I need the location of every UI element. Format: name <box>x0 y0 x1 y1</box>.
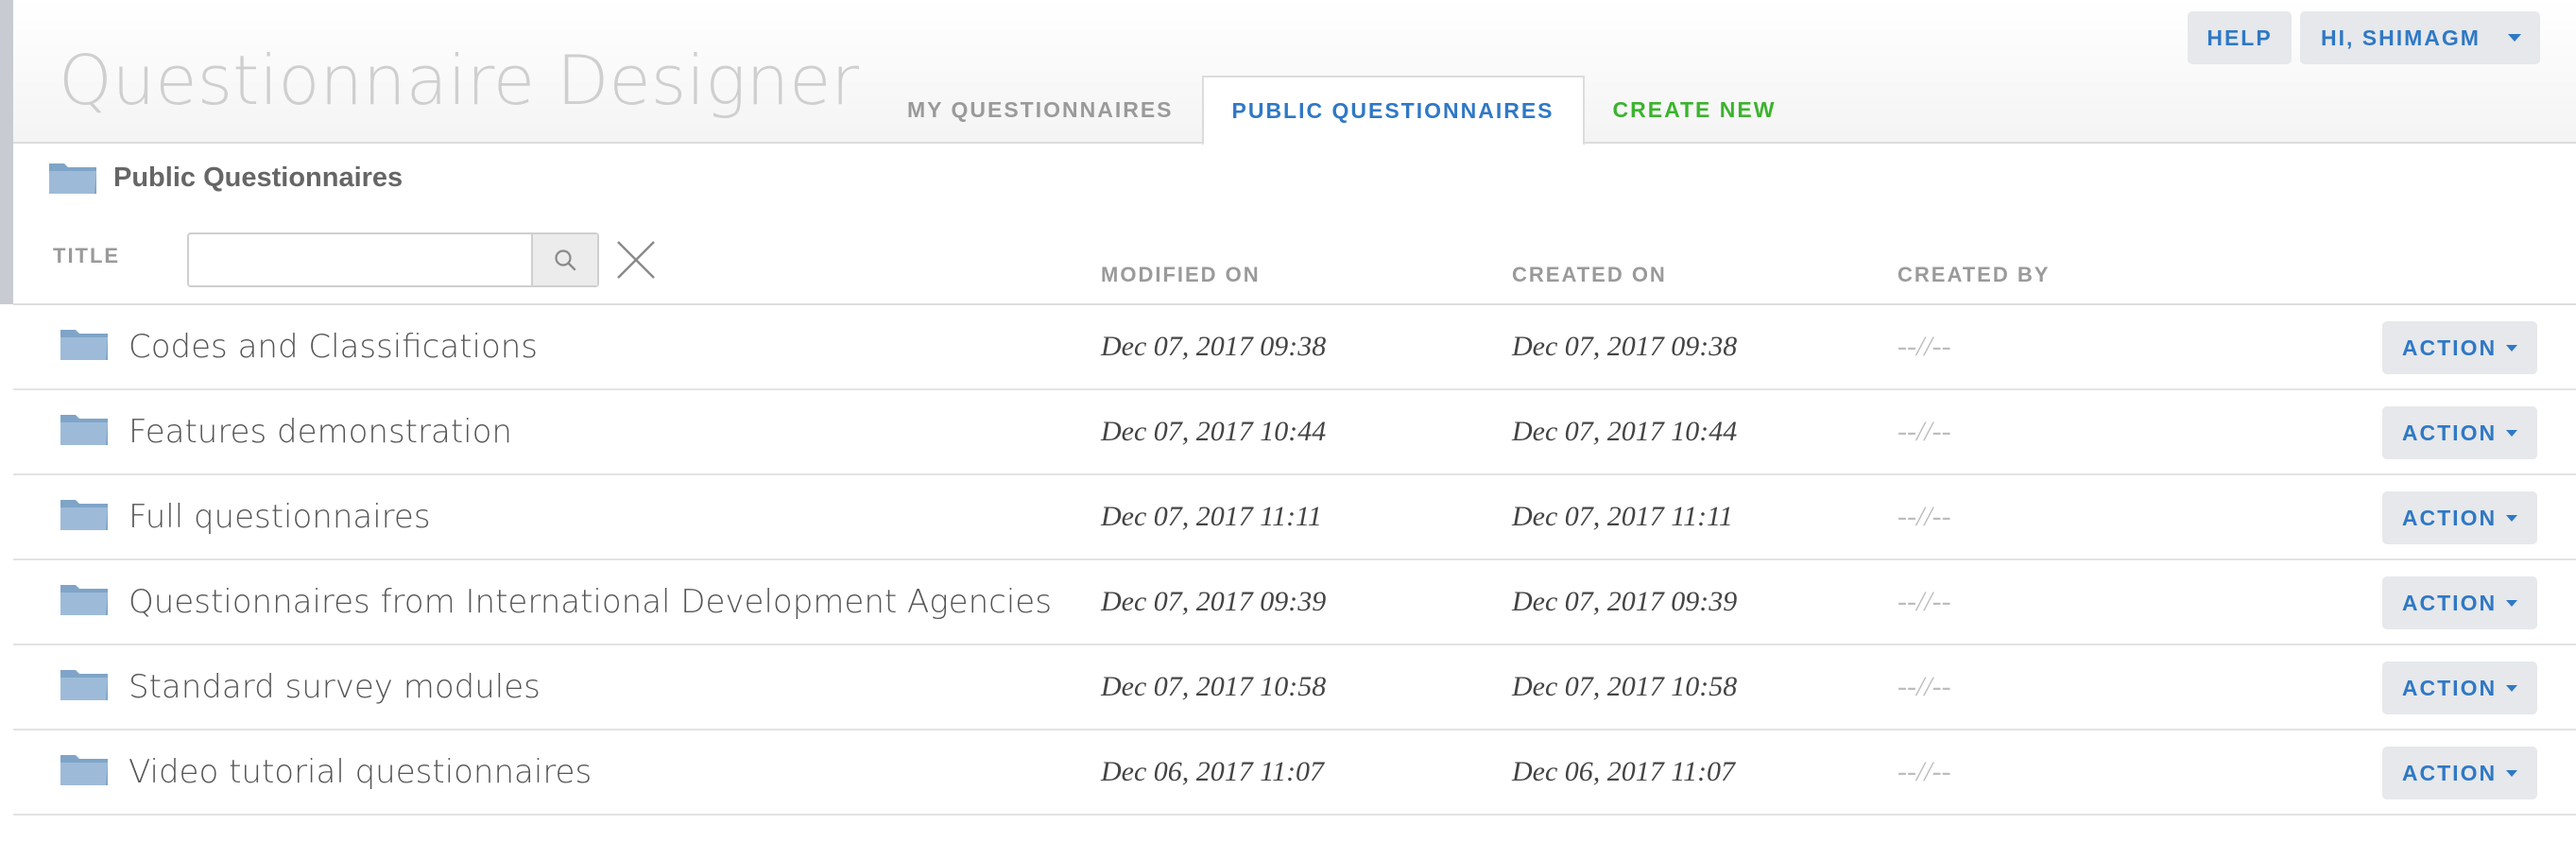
breadcrumb: Public Questionnaires <box>47 159 403 197</box>
row-title-link[interactable]: Standard survey modules <box>129 666 541 708</box>
chevron-down-icon <box>2506 514 2518 522</box>
row-modified-date: Dec 06, 2017 11:07 <box>1101 756 1325 787</box>
user-menu-button[interactable]: HI, SHIMAGM <box>2300 11 2540 64</box>
row-modified-date: Dec 07, 2017 09:39 <box>1101 586 1327 617</box>
table-row[interactable]: Video tutorial questionnaires Dec 06, 20… <box>13 730 2576 816</box>
row-created-by: --//-- <box>1898 331 1951 362</box>
action-button[interactable]: ACTION <box>2382 661 2537 714</box>
folder-icon <box>59 666 110 702</box>
search-box <box>187 232 599 287</box>
table-row[interactable]: Standard survey modules Dec 07, 2017 10:… <box>13 645 2576 730</box>
row-title-link[interactable]: Full questionnaires <box>129 496 431 538</box>
left-accent-bar <box>0 0 13 304</box>
action-label: ACTION <box>2401 590 2498 615</box>
breadcrumb-label: Public Questionnaires <box>113 162 404 193</box>
app-title: Questionnaire Designer <box>59 41 859 120</box>
action-button[interactable]: ACTION <box>2382 576 2537 629</box>
row-created-date: Dec 07, 2017 10:58 <box>1512 671 1738 702</box>
row-modified-date: Dec 07, 2017 10:44 <box>1101 416 1327 447</box>
column-header-created-by[interactable]: CREATED BY <box>1898 263 2050 287</box>
title-filter-label: TITLE <box>53 244 121 267</box>
chevron-down-icon <box>2508 34 2521 42</box>
row-title-link[interactable]: Video tutorial questionnaires <box>129 751 592 793</box>
tab-bar: MY QUESTIONNAIRES PUBLIC QUESTIONNAIRES … <box>879 76 1805 146</box>
action-button[interactable]: ACTION <box>2382 491 2537 544</box>
tab-create-new[interactable]: CREATE NEW <box>1585 76 1805 144</box>
questionnaire-list: Codes and Classifications Dec 07, 2017 0… <box>13 305 2576 816</box>
table-row[interactable]: Features demonstration Dec 07, 2017 10:4… <box>13 390 2576 475</box>
chevron-down-icon <box>2506 684 2518 692</box>
action-label: ACTION <box>2401 505 2498 530</box>
action-button[interactable]: ACTION <box>2382 321 2537 374</box>
user-menu-label: HI, SHIMAGM <box>2321 25 2481 50</box>
close-icon <box>617 241 655 279</box>
search-icon <box>555 249 576 271</box>
folder-icon <box>59 496 110 532</box>
action-label: ACTION <box>2401 335 2498 360</box>
row-created-date: Dec 07, 2017 09:38 <box>1512 331 1738 362</box>
table-row[interactable]: Codes and Classifications Dec 07, 2017 0… <box>13 305 2576 390</box>
help-button[interactable]: HELP <box>2188 11 2292 64</box>
app-root: Questionnaire Designer MY QUESTIONNAIRES… <box>0 0 2576 859</box>
action-button[interactable]: ACTION <box>2382 406 2537 459</box>
folder-icon <box>59 751 110 787</box>
action-label: ACTION <box>2401 675 2498 700</box>
chevron-down-icon <box>2506 769 2518 777</box>
action-label: ACTION <box>2401 420 2498 445</box>
tab-my-questionnaires[interactable]: MY QUESTIONNAIRES <box>879 76 1202 144</box>
row-created-by: --//-- <box>1898 671 1951 702</box>
chevron-down-icon <box>2506 429 2518 437</box>
search-button[interactable] <box>531 234 597 285</box>
row-modified-date: Dec 07, 2017 11:11 <box>1101 501 1322 532</box>
row-created-date: Dec 07, 2017 11:11 <box>1512 501 1733 532</box>
row-created-by: --//-- <box>1898 501 1951 532</box>
row-title-link[interactable]: Codes and Classifications <box>129 326 538 368</box>
row-created-date: Dec 06, 2017 11:07 <box>1512 756 1736 787</box>
chevron-down-icon <box>2506 344 2518 352</box>
tab-public-questionnaires[interactable]: PUBLIC QUESTIONNAIRES <box>1201 76 1585 146</box>
folder-icon <box>59 326 110 362</box>
search-input[interactable] <box>189 234 531 285</box>
row-title-link[interactable]: Questionnaires from International Develo… <box>129 581 1052 623</box>
row-created-by: --//-- <box>1898 416 1951 447</box>
header: Questionnaire Designer MY QUESTIONNAIRES… <box>0 0 2576 146</box>
row-modified-date: Dec 07, 2017 09:38 <box>1101 331 1327 362</box>
clear-search-button[interactable] <box>614 238 658 282</box>
row-created-date: Dec 07, 2017 09:39 <box>1512 586 1738 617</box>
action-label: ACTION <box>2401 760 2498 785</box>
table-row[interactable]: Full questionnaires Dec 07, 2017 11:11 D… <box>13 475 2576 560</box>
folder-icon <box>59 411 110 447</box>
column-header-modified[interactable]: MODIFIED ON <box>1101 263 1261 287</box>
row-created-by: --//-- <box>1898 586 1951 617</box>
column-header-created[interactable]: CREATED ON <box>1512 263 1667 287</box>
action-button[interactable]: ACTION <box>2382 747 2537 799</box>
row-created-date: Dec 07, 2017 10:44 <box>1512 416 1738 447</box>
table-row[interactable]: Questionnaires from International Develo… <box>13 560 2576 645</box>
row-title-link[interactable]: Features demonstration <box>129 411 512 453</box>
chevron-down-icon <box>2506 599 2518 607</box>
folder-icon <box>59 581 110 617</box>
row-modified-date: Dec 07, 2017 10:58 <box>1101 671 1327 702</box>
row-created-by: --//-- <box>1898 756 1951 787</box>
folder-icon <box>47 160 98 196</box>
